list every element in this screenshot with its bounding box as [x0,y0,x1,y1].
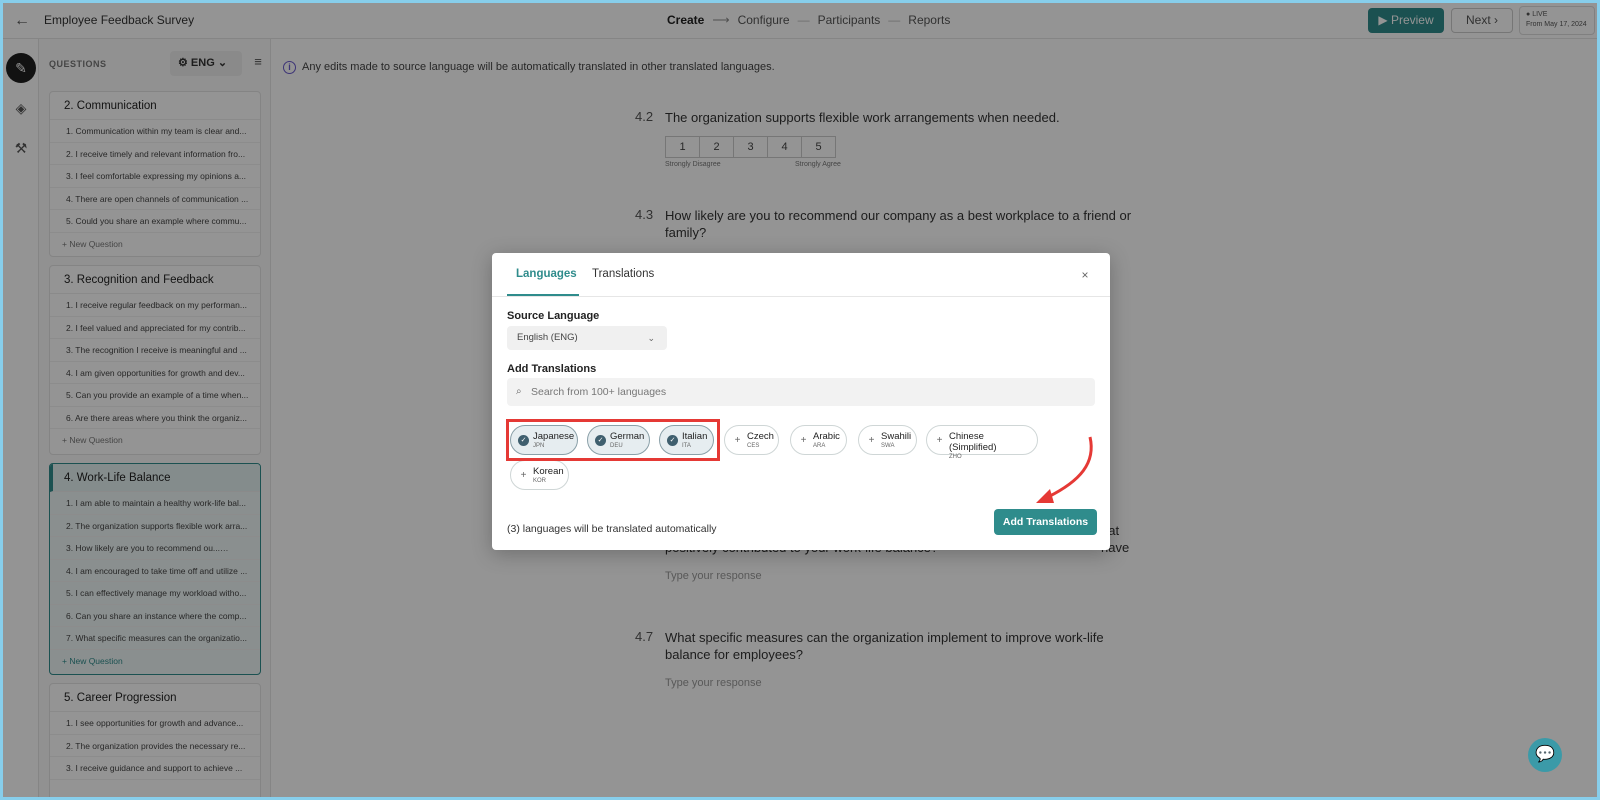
language-search-input[interactable]: ⌕ Search from 100+ languages [507,378,1095,406]
language-name: Arabic [813,431,840,442]
language-code: ARA [813,443,826,449]
source-language-label: Source Language [507,310,600,322]
source-language-select[interactable]: English (ENG) ⌄ [507,326,667,350]
chevron-down-icon: ⌄ [647,333,655,343]
app-window: ← Employee Feedback Survey Create ⟶ Conf… [3,3,1597,797]
plus-icon: + [800,435,807,446]
language-name: Czech [747,431,774,442]
language-code: ZHO [949,454,962,460]
language-code: KOR [533,478,547,484]
selected-languages-highlight [506,419,720,461]
tab-underline [507,294,579,296]
language-chip-arabic[interactable]: + Arabic ARA [790,425,847,455]
language-code: SWA [881,443,895,449]
add-translations-label: Add Translations [507,363,597,375]
plus-icon: + [734,435,741,446]
close-icon[interactable]: × [1077,267,1093,283]
plus-icon: + [868,435,875,446]
search-placeholder: Search from 100+ languages [531,386,667,398]
translation-count: (3) languages will be translated automat… [507,523,717,535]
tab-translations[interactable]: Translations [592,268,654,280]
language-code: CES [747,443,760,449]
chat-icon[interactable]: 💬 [1528,738,1562,772]
plus-icon: + [936,435,943,446]
language-name: Chinese (Simplified) [949,431,997,453]
language-chip-korean[interactable]: + Korean KOR [510,460,569,490]
language-name: Swahili [881,431,912,442]
search-icon: ⌕ [516,386,522,397]
tab-languages[interactable]: Languages [516,268,577,280]
annotation-arrow-icon [1036,436,1093,503]
modal-tabs: Languages Translations × [492,253,1110,297]
plus-icon: + [520,470,527,481]
language-chip-czech[interactable]: + Czech CES [724,425,779,455]
language-chip-swahili[interactable]: + Swahili SWA [858,425,917,455]
source-language-value: English (ENG) [517,332,578,343]
language-name: Korean [533,466,564,477]
